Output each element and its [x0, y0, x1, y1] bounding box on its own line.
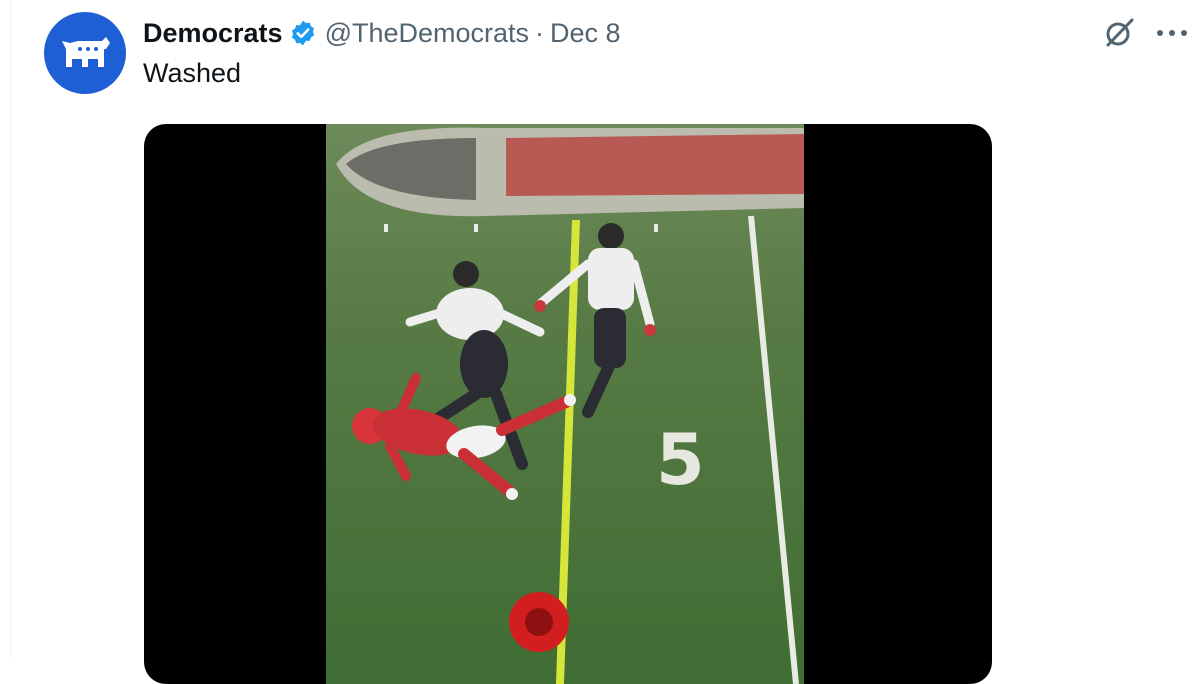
video-frame[interactable]: 5 — [326, 124, 804, 684]
yard-number: 5 — [656, 419, 705, 501]
user-handle[interactable]: @TheDemocrats — [325, 18, 529, 49]
display-name[interactable]: Democrats — [143, 18, 283, 49]
field-marker — [509, 592, 569, 652]
verified-badge-icon[interactable] — [289, 19, 317, 47]
more-icon — [1157, 30, 1187, 36]
grok-button[interactable] — [1100, 14, 1138, 52]
svg-text:5: 5 — [656, 419, 705, 501]
avatar[interactable] — [44, 12, 126, 94]
donkey-logo-icon — [62, 37, 110, 67]
grok-icon — [1106, 18, 1134, 47]
tweet-text: Washed — [143, 58, 242, 88]
tweet-date[interactable]: Dec 8 — [550, 18, 621, 49]
separator-dot: · — [535, 17, 545, 48]
video-player[interactable]: 5 — [144, 124, 992, 684]
tweet[interactable]: Democrats @TheDemocrats · Dec 8 Washed 5 — [0, 0, 1200, 684]
more-button[interactable] — [1150, 14, 1194, 52]
tweet-header: Democrats @TheDemocrats · Dec 8 — [143, 12, 621, 54]
